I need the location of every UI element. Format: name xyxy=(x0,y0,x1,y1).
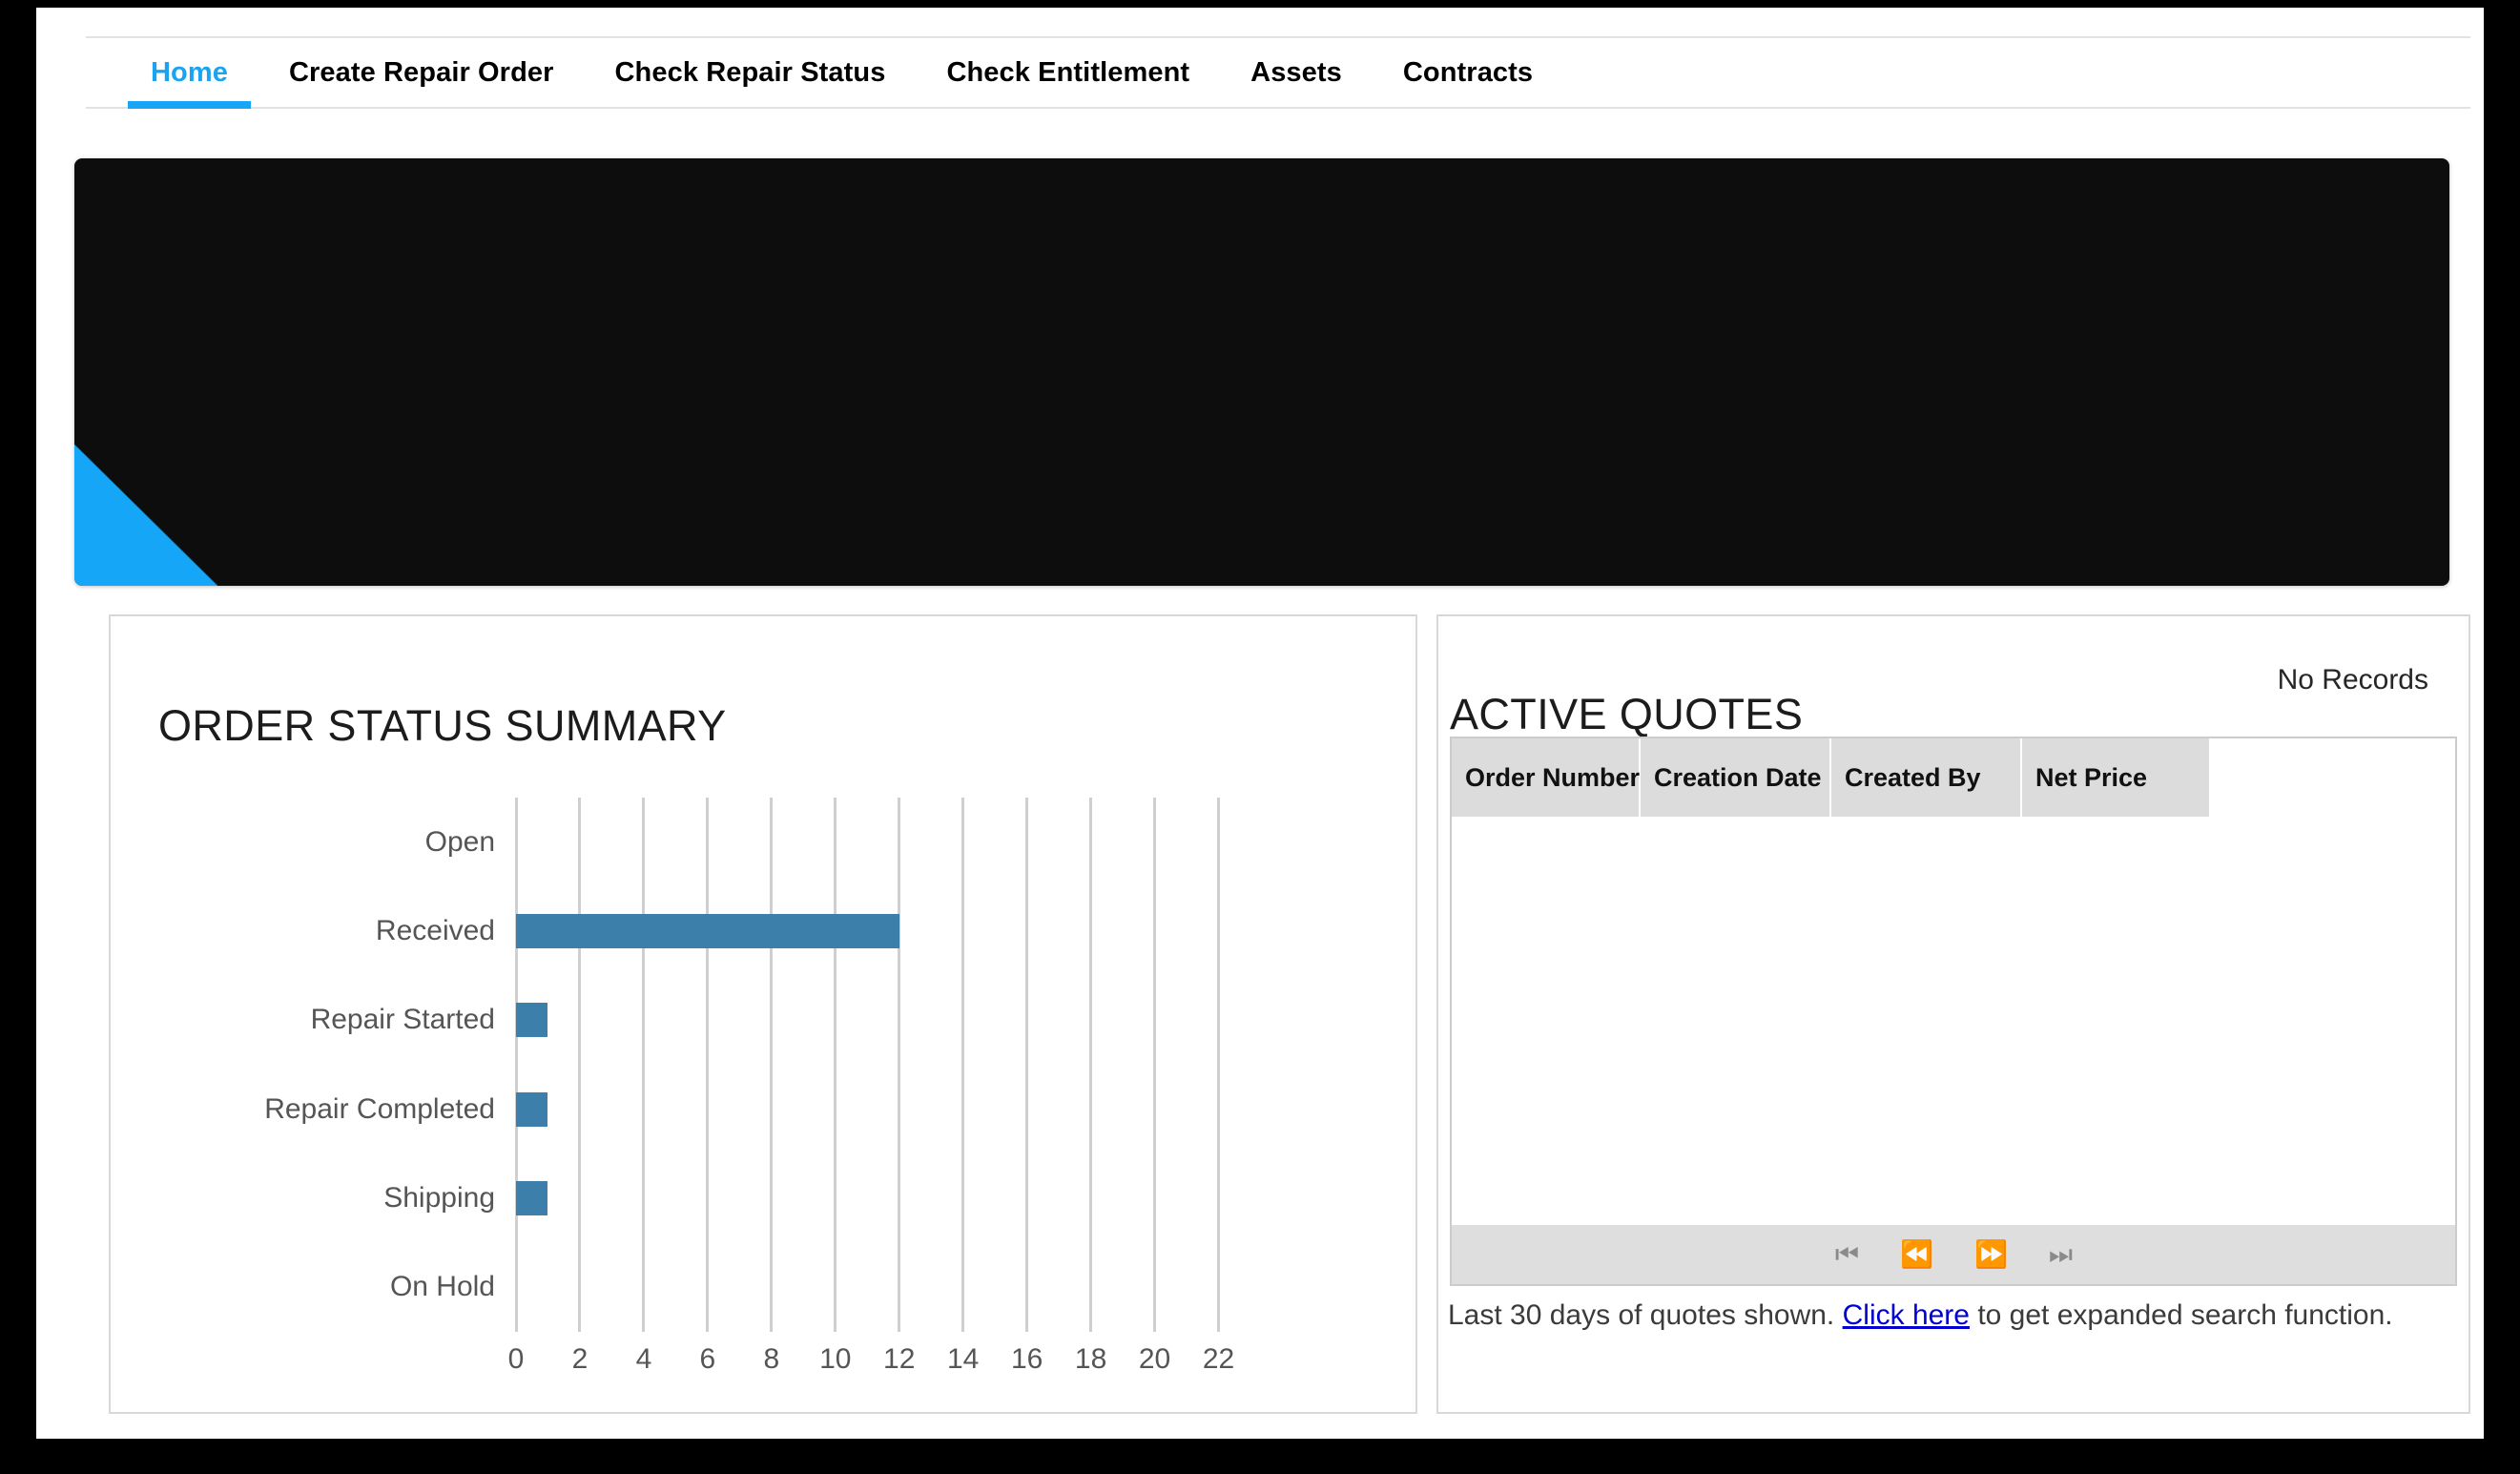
table-header-spacer xyxy=(2211,738,2455,817)
chart-category-row: On Hold xyxy=(390,1243,1250,1332)
chart-x-axis-ticks: 0 2 4 6 8 10 12 14 16 18 20 22 xyxy=(508,1343,1250,1385)
main-navigation: Home Create Repair Order Check Repair St… xyxy=(86,36,2470,109)
chart-x-tick-label: 4 xyxy=(635,1343,652,1375)
chart-bar[interactable] xyxy=(516,1180,548,1215)
nav-tab-check-entitlement[interactable]: Check Entitlement xyxy=(916,38,1220,107)
active-quotes-title: ACTIVE QUOTES xyxy=(1450,690,1804,739)
active-quotes-table: Order Number Creation Date Created By Net P… xyxy=(1450,737,2457,1286)
table-column-header[interactable]: Net Price xyxy=(2022,738,2211,817)
chart-x-tick-label: 6 xyxy=(699,1343,716,1375)
chart-bar[interactable] xyxy=(516,1003,548,1038)
pager-last-icon[interactable]: ⏭ xyxy=(2049,1241,2073,1268)
chart-x-tick-label: 10 xyxy=(819,1343,852,1375)
chart-x-tick-label: 20 xyxy=(1138,1343,1171,1375)
table-column-header[interactable]: Created By xyxy=(1831,738,2022,817)
pager-previous-icon[interactable]: ⏪ xyxy=(1900,1241,1933,1268)
expanded-search-link[interactable]: Click here xyxy=(1843,1299,1970,1331)
nav-tab-label: Check Repair Status xyxy=(614,56,886,88)
nav-tab-contracts[interactable]: Contracts xyxy=(1373,38,1563,107)
chart-bar[interactable] xyxy=(516,913,899,948)
order-status-bar-chart: Open Received Repair Started Repair Complet… xyxy=(111,752,1415,1410)
chart-category-label: Repair Completed xyxy=(264,1092,495,1125)
nav-tab-check-repair-status[interactable]: Check Repair Status xyxy=(585,38,917,107)
nav-tab-label: Contracts xyxy=(1402,56,1534,88)
banner-accent-triangle-icon xyxy=(74,445,217,586)
chart-bar[interactable] xyxy=(516,1091,548,1127)
nav-tab-label: Create Repair Order xyxy=(288,56,554,88)
active-quotes-panel: ACTIVE QUOTES No Records Order Number Cre… xyxy=(1436,614,2470,1414)
footnote-text-before: Last 30 days of quotes shown. xyxy=(1448,1299,1843,1331)
nav-tab-list: Home Create Repair Order Check Repair St… xyxy=(120,38,1563,109)
order-status-summary-panel: ORDER STATUS SUMMARY Open Received Repair … xyxy=(109,614,1417,1414)
nav-tab-label: Home xyxy=(151,56,228,88)
table-body xyxy=(1452,817,2455,1225)
chart-x-tick-label: 14 xyxy=(947,1343,980,1375)
order-status-title: ORDER STATUS SUMMARY xyxy=(158,701,727,751)
nav-tab-create-repair-order[interactable]: Create Repair Order xyxy=(258,38,585,107)
table-column-header[interactable]: Creation Date xyxy=(1641,738,1831,817)
table-header-row: Order Number Creation Date Created By Net P… xyxy=(1452,738,2455,817)
pager-next-icon[interactable]: ⏩ xyxy=(1974,1241,2008,1268)
chart-x-tick-label: 2 xyxy=(571,1343,589,1375)
nav-tab-assets[interactable]: Assets xyxy=(1220,38,1373,107)
chart-category-label: Open xyxy=(424,825,495,858)
chart-x-tick-label: 0 xyxy=(507,1343,525,1375)
nav-tab-label: Assets xyxy=(1250,56,1342,88)
chart-category-row: Received xyxy=(376,886,1250,975)
chart-category-row: Open xyxy=(425,798,1250,886)
chart-category-label: Received xyxy=(375,914,495,946)
chart-x-tick-label: 22 xyxy=(1202,1343,1235,1375)
pager-first-icon[interactable]: ⏮ xyxy=(1835,1241,1859,1268)
nav-tab-label: Check Entitlement xyxy=(946,56,1190,88)
chart-x-tick-label: 12 xyxy=(883,1343,916,1375)
chart-category-row: Repair Started xyxy=(311,976,1250,1065)
chart-x-tick-label: 8 xyxy=(763,1343,780,1375)
quotes-footnote: Last 30 days of quotes shown. Click here… xyxy=(1448,1299,2393,1332)
chart-x-tick-label: 18 xyxy=(1074,1343,1107,1375)
chart-category-label: On Hold xyxy=(389,1271,495,1303)
nav-tab-home[interactable]: Home xyxy=(120,38,258,109)
chart-category-label: Shipping xyxy=(383,1181,495,1214)
no-records-status: No Records xyxy=(2277,664,2428,695)
footnote-text-after: to get expanded search function. xyxy=(1969,1299,2393,1331)
page-frame: Home Create Repair Order Check Repair St… xyxy=(36,8,2484,1439)
chart-category-label: Repair Started xyxy=(310,1004,495,1036)
table-column-header[interactable]: Order Number xyxy=(1452,738,1641,817)
table-pagination: ⏮ ⏪ ⏩ ⏭ xyxy=(1452,1225,2455,1284)
hero-banner xyxy=(74,158,2449,586)
chart-x-tick-label: 16 xyxy=(1010,1343,1043,1375)
chart-category-row: Repair Completed xyxy=(264,1065,1250,1153)
chart-plot-area: Open Received Repair Started Repair Complet… xyxy=(264,798,1250,1332)
chart-category-row: Shipping xyxy=(383,1153,1250,1242)
